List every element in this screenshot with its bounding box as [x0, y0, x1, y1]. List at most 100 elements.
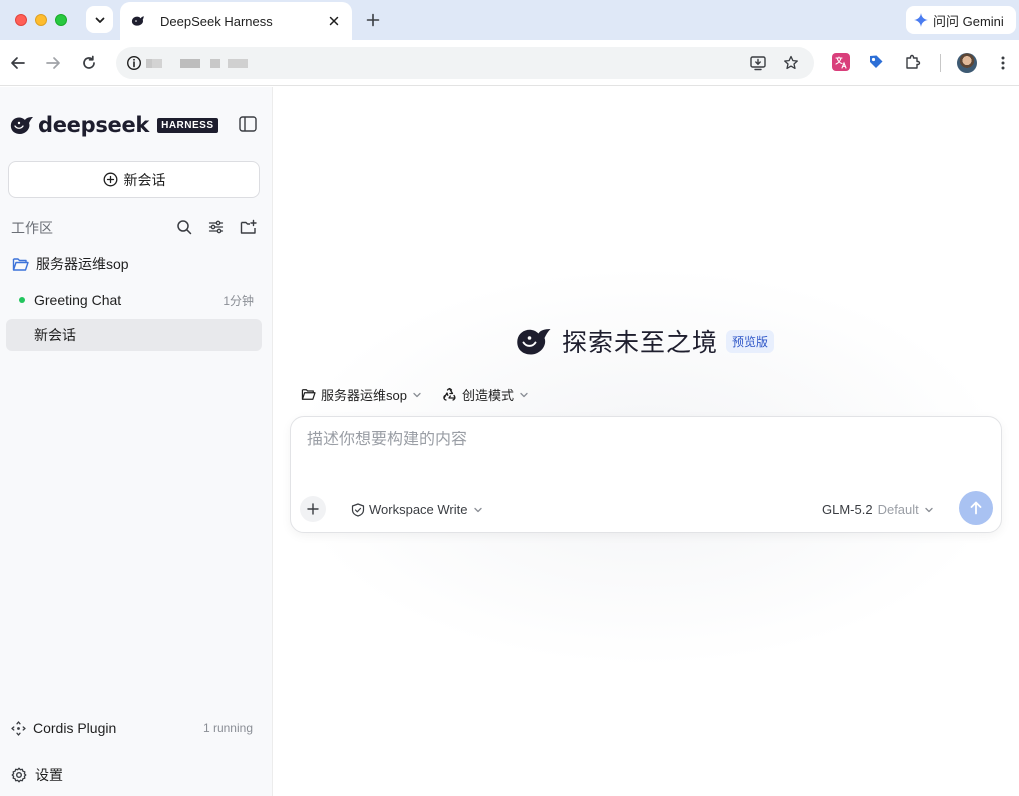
more-vertical-icon: [1001, 56, 1005, 70]
chat-item-new[interactable]: 新会话: [6, 319, 262, 351]
permission-selector[interactable]: Workspace Write: [351, 502, 483, 517]
composer-box: Workspace Write GLM-5.2 Default: [290, 416, 1002, 533]
toolbar-divider: [940, 54, 941, 72]
puzzle-icon: [906, 54, 921, 69]
main-panel: 探索未至之境 预览版 服务器运维sop 创造模式 Workspace Write…: [274, 87, 1019, 796]
plugin-status: 1 running: [202, 721, 253, 735]
address-bar[interactable]: [116, 47, 814, 79]
sidebar: deepseek HARNESS 新会话 工作区 服务器运维sop Greeti…: [0, 87, 273, 796]
filter-workspace-button[interactable]: [207, 218, 225, 236]
window-close-button[interactable]: [15, 14, 27, 26]
folder-label: 服务器运维sop: [36, 256, 129, 272]
attach-button[interactable]: [300, 496, 326, 522]
window-zoom-button[interactable]: [55, 14, 67, 26]
profile-avatar[interactable]: [957, 53, 977, 73]
sidebar-panel-icon: [239, 116, 257, 132]
chat-item-greeting[interactable]: Greeting Chat 1分钟: [6, 284, 262, 316]
star-icon: [784, 55, 798, 70]
new-chat-label: 新会话: [123, 171, 166, 188]
chevron-down-icon: [95, 17, 104, 23]
workspace-folder[interactable]: 服务器运维sop: [12, 254, 129, 274]
deepseek-whale-icon: [10, 117, 34, 134]
chevron-down-icon: [413, 392, 421, 397]
tab-close-button[interactable]: [326, 13, 342, 29]
forward-button[interactable]: [42, 52, 64, 74]
plus-circle-icon: [103, 172, 117, 187]
bookmark-button[interactable]: [781, 53, 801, 73]
folder-open-icon: [301, 389, 316, 400]
arrow-up-icon: [970, 501, 982, 515]
permission-label: Workspace Write: [369, 502, 468, 517]
sliders-icon: [208, 220, 224, 234]
model-default-tag: Default: [877, 502, 919, 517]
chevron-down-icon: [473, 507, 482, 512]
recycle-icon: [443, 387, 456, 401]
chat-title: 新会话: [34, 327, 76, 343]
browser-tab-strip: DeepSeek Harness 问问 Gemini: [0, 0, 1019, 40]
chevron-down-icon: [925, 507, 933, 512]
extensions-menu-button[interactable]: [904, 53, 922, 71]
new-chat-button[interactable]: 新会话: [8, 161, 260, 198]
folder-plus-icon: [240, 219, 257, 234]
preview-badge: 预览版: [726, 329, 775, 353]
reload-button[interactable]: [78, 52, 100, 74]
install-app-button[interactable]: [748, 53, 768, 73]
brand-logo: deepseek HARNESS: [10, 113, 218, 137]
url-redacted: [210, 59, 220, 68]
info-icon: [126, 55, 142, 71]
composer-selectors: 服务器运维sop 创造模式: [301, 385, 549, 404]
ask-gemini-button[interactable]: 问问 Gemini: [906, 6, 1016, 34]
model-name: GLM-5.2: [822, 502, 873, 517]
window-minimize-button[interactable]: [35, 14, 47, 26]
mode-selector[interactable]: 创造模式: [442, 385, 529, 404]
url-redacted: [228, 59, 248, 68]
folder-selector[interactable]: 服务器运维sop: [301, 385, 422, 404]
url-redacted: [180, 59, 200, 68]
plugin-label: Cordis Plugin: [33, 720, 117, 736]
back-button[interactable]: [7, 52, 29, 74]
tag-icon: [870, 55, 883, 68]
hero-title: 探索未至之境: [562, 328, 719, 357]
move-arrows-icon: [11, 720, 26, 736]
status-dot-active: [19, 297, 25, 303]
site-info-button[interactable]: [124, 53, 144, 73]
workspace-heading: 工作区: [11, 220, 53, 236]
translate-extension-icon[interactable]: [832, 53, 850, 71]
install-icon: [750, 56, 766, 71]
settings-label: 设置: [35, 767, 63, 783]
search-icon: [177, 220, 192, 235]
add-folder-button[interactable]: [239, 218, 257, 236]
reload-icon: [83, 55, 95, 69]
cordis-plugin-row[interactable]: Cordis Plugin 1 running: [11, 720, 261, 736]
brand-wordmark: deepseek: [38, 113, 150, 137]
shield-check-icon: [351, 502, 365, 517]
folder-selector-label: 服务器运维sop: [321, 388, 407, 403]
prompt-input[interactable]: [307, 431, 987, 449]
gemini-label: 问问 Gemini: [933, 13, 1004, 29]
chat-title: Greeting Chat: [34, 292, 122, 308]
settings-button[interactable]: 设置: [11, 765, 63, 785]
url-redacted: [152, 59, 162, 68]
new-tab-button[interactable]: [362, 9, 384, 31]
deepseek-whale-icon: [517, 329, 551, 355]
gemini-sparkle-icon: [914, 13, 928, 27]
browser-toolbar: [0, 40, 1019, 86]
harness-badge: HARNESS: [157, 117, 218, 133]
close-icon: [329, 16, 339, 26]
tag-extension-icon[interactable]: [867, 53, 885, 71]
send-button[interactable]: [959, 491, 993, 525]
chevron-down-icon: [520, 392, 528, 397]
arrow-right-icon: [46, 57, 60, 69]
translate-icon: [835, 56, 847, 69]
toggle-sidebar-button[interactable]: [238, 114, 258, 134]
whale-favicon-icon: [131, 16, 144, 26]
model-selector[interactable]: GLM-5.2 Default: [822, 502, 934, 517]
browser-tab-active[interactable]: DeepSeek Harness: [120, 2, 352, 40]
tab-title: DeepSeek Harness: [160, 13, 273, 29]
arrow-left-icon: [11, 57, 25, 69]
tab-search-button[interactable]: [86, 6, 113, 33]
search-workspace-button[interactable]: [175, 218, 193, 236]
folder-open-icon: [12, 257, 29, 271]
browser-menu-button[interactable]: [992, 52, 1014, 74]
plus-icon: [307, 503, 319, 515]
